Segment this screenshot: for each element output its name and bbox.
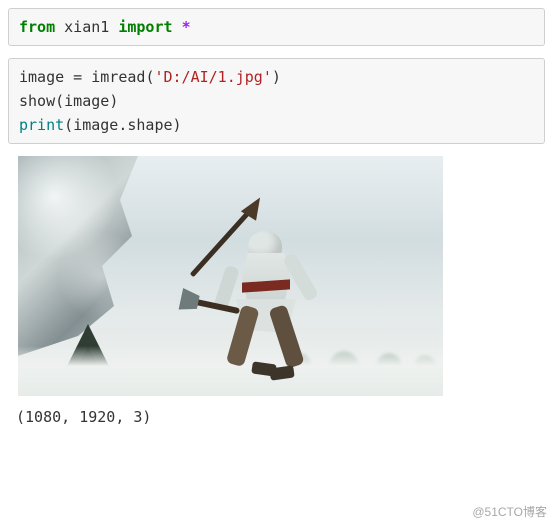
string-path: 'D:/AI/1.jpg': [154, 68, 271, 86]
paren-open-2: (: [55, 92, 64, 110]
character-boot-right: [269, 365, 294, 380]
paren-open-3: (: [64, 116, 73, 134]
keyword-from: from: [19, 18, 55, 36]
scene-character: [208, 211, 328, 381]
arg-image: image: [64, 92, 109, 110]
character-leg-left: [226, 305, 260, 368]
character-leg-right: [268, 304, 304, 369]
fn-imread: imread: [91, 68, 145, 86]
output-text-shape: (1080, 1920, 3): [8, 404, 545, 428]
character-bow-icon: [190, 207, 254, 277]
paren-close: ): [272, 68, 281, 86]
output-image: [18, 156, 443, 396]
arg-image-shape: image.shape: [73, 116, 172, 134]
paren-close-3: ): [173, 116, 182, 134]
module-name: xian1: [64, 18, 109, 36]
equals-op: =: [64, 68, 91, 86]
watermark-text: @51CTO博客: [472, 503, 547, 520]
code-cell-1: from xian1 import *: [8, 8, 545, 46]
import-star: *: [182, 18, 191, 36]
paren-close-2: ): [109, 92, 118, 110]
code-cell-2: image = imread('D:/AI/1.jpg') show(image…: [8, 58, 545, 144]
fn-show: show: [19, 92, 55, 110]
keyword-import: import: [118, 18, 172, 36]
variable-image: image: [19, 68, 64, 86]
fn-print: print: [19, 116, 64, 134]
